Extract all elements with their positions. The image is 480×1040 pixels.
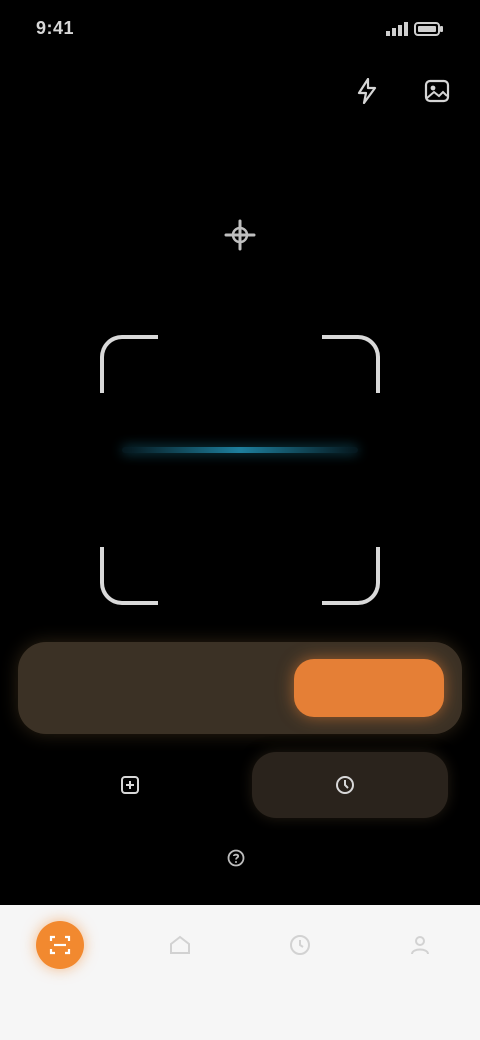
left-action-icon <box>120 775 140 795</box>
history-icon <box>276 921 324 969</box>
mode-option-1[interactable] <box>294 659 444 717</box>
flash-button[interactable] <box>346 70 388 112</box>
scan-frame <box>100 335 380 605</box>
secondary-actions <box>0 752 480 828</box>
scan-frame-corner-bottom-left <box>100 547 158 605</box>
nav-item-home[interactable] <box>140 921 220 977</box>
status-bar: 9:41 <box>0 0 480 58</box>
scan-frame-corner-bottom-right <box>322 547 380 605</box>
signal-icon <box>386 22 408 36</box>
profile-icon <box>396 921 444 969</box>
bottom-nav <box>0 905 480 1040</box>
scan-frame-corner-top-right <box>322 335 380 393</box>
home-icon <box>156 921 204 969</box>
flash-icon <box>356 78 378 104</box>
top-toolbar <box>346 70 458 112</box>
scan-line <box>122 447 358 453</box>
left-action-button[interactable] <box>60 752 210 818</box>
right-action-button[interactable] <box>252 752 448 818</box>
status-time: 9:41 <box>36 18 75 38</box>
nav-item-profile[interactable] <box>380 921 460 977</box>
help-icon <box>227 849 245 871</box>
nav-item-history[interactable] <box>260 921 340 977</box>
status-icons <box>376 20 444 38</box>
scanner-screen: 9:41 <box>0 0 480 1040</box>
nav-item-scan[interactable] <box>20 921 100 977</box>
battery-icon <box>414 22 444 36</box>
scan-hint-icon <box>220 215 260 255</box>
gallery-icon <box>424 79 450 103</box>
gallery-button[interactable] <box>416 70 458 112</box>
scan-frame-corner-top-left <box>100 335 158 393</box>
right-action-icon <box>335 775 355 795</box>
scan-area <box>80 205 400 635</box>
mode-toggle <box>18 642 462 734</box>
help-link[interactable] <box>0 842 480 878</box>
scan-icon <box>36 921 84 969</box>
